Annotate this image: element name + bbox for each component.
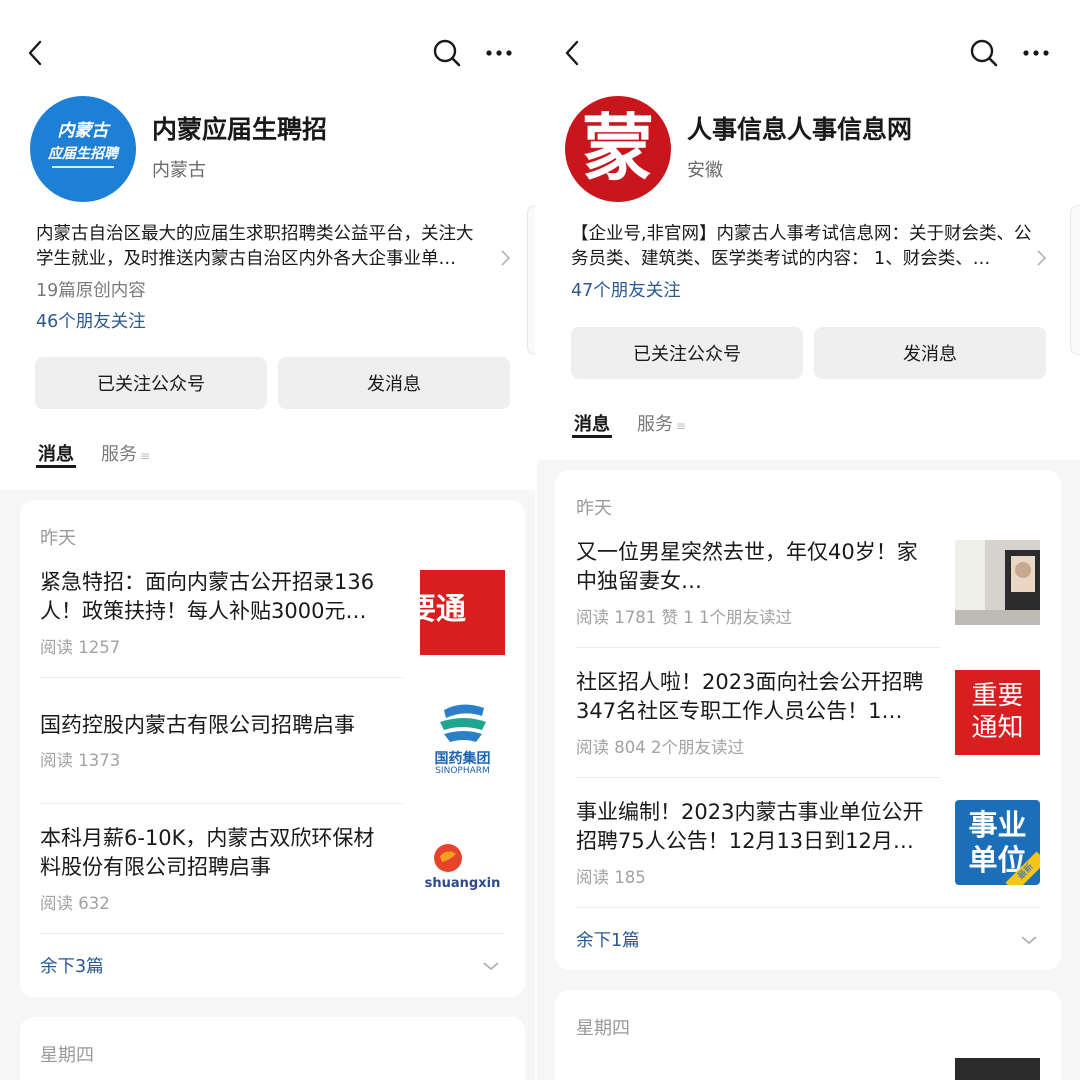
tab-services-label: 服务 <box>637 414 673 435</box>
article-thumbnail[interactable]: 重要 通知 <box>955 670 1040 755</box>
tab-messages[interactable]: 消息 <box>38 440 74 466</box>
search-icon[interactable] <box>969 38 999 68</box>
tab-active-underline <box>572 435 612 438</box>
description-line: 学生就业，及时推送内蒙古自治区内外各大企事业单… <box>36 249 456 269</box>
avatar-character: 蒙 <box>581 105 654 190</box>
account-description[interactable]: 内蒙古自治区最大的应届生求职招聘类公益平台，关注大 学生就业，及时推送内蒙古自治… <box>36 222 504 272</box>
divider <box>40 677 403 678</box>
account-region: 内蒙古 <box>152 160 206 181</box>
account-avatar[interactable]: 蒙 <box>565 96 671 202</box>
right-account-profile: 蒙 人事信息人事信息网 安徽 【企业号,非官网】内蒙古人事考试信息网：关于财会类… <box>537 0 1080 1080</box>
article-title[interactable]: 事业编制！2023内蒙古事业单位公开 招聘75人公告！12月13日到12月… <box>576 798 923 856</box>
description-line: 内蒙古自治区最大的应届生求职招聘类公益平台，关注大 <box>36 224 474 244</box>
divider <box>576 777 940 778</box>
menu-lines-icon: ≡ <box>676 419 687 433</box>
search-icon[interactable] <box>432 38 462 68</box>
date-label: 星期四 <box>40 1045 94 1066</box>
send-message-button[interactable]: 发消息 <box>814 327 1046 379</box>
menu-lines-icon: ≡ <box>140 449 151 463</box>
tab-messages[interactable]: 消息 <box>574 410 610 436</box>
sinopharm-cn-label: 国药集团 <box>434 751 491 767</box>
article-title[interactable]: 国药控股内蒙古有限公司招聘启事 <box>40 711 355 740</box>
article-thumbnail[interactable]: 要通 <box>420 570 505 655</box>
thumbnail-notice-text: 要通 <box>420 592 466 627</box>
description-line: 【企业号,非官网】内蒙古人事考试信息网：关于财会类、公 <box>571 224 1032 244</box>
message-card: 昨天 紧急特招：面向内蒙古公开招录136 人！政策扶持！每人补贴3000元… 阅… <box>20 500 525 997</box>
divider <box>40 933 505 934</box>
article-thumbnail[interactable] <box>955 1058 1040 1080</box>
notice-thumbnail-text: 重要 通知 <box>971 681 1024 743</box>
tab-services[interactable]: 服务 ≡ <box>101 440 150 466</box>
memorial-photo-icon <box>955 540 1040 625</box>
article-title[interactable]: 社区招人啦！2023面向社会公开招聘 347名社区专职工作人员公告！1… <box>576 668 923 726</box>
friends-following-link[interactable]: 47个朋友关注 <box>571 277 681 302</box>
followed-account-button[interactable]: 已关注公众号 <box>35 357 267 409</box>
tab-services-label: 服务 <box>101 444 137 465</box>
shuangxin-label: shuangxin <box>424 876 501 891</box>
original-content-count[interactable]: 19篇原创内容 <box>36 277 146 302</box>
article-title[interactable]: 本科月薪6-10K，内蒙古双欣环保材 料股份有限公司招聘启事 <box>40 824 374 882</box>
adjacent-card-edge <box>1070 205 1080 355</box>
date-label: 星期四 <box>576 1018 630 1039</box>
more-options-icon[interactable] <box>1021 38 1051 68</box>
article-read-count: 阅读 1257 <box>40 638 121 657</box>
tab-services[interactable]: 服务 ≡ <box>637 410 686 436</box>
back-arrow-icon[interactable] <box>26 38 46 68</box>
back-arrow-icon[interactable] <box>563 38 583 68</box>
account-region: 安徽 <box>687 160 723 181</box>
account-name: 内蒙应届生聘招 <box>152 115 328 144</box>
left-account-profile: 内蒙古 应届生招聘 内蒙应届生聘招 内蒙古 内蒙古自治区最大的应届生求职招聘类公… <box>0 0 537 1080</box>
article-meta: 阅读 804 2个朋友读过 <box>576 738 744 757</box>
article-title[interactable]: 紧急特招：面向内蒙古公开招录136 人！政策扶持！每人补贴3000元… <box>40 568 374 626</box>
chevron-right-icon[interactable] <box>500 248 512 268</box>
article-thumbnail[interactable]: 国药集团 SINOPHARM <box>420 696 505 781</box>
chevron-down-icon[interactable] <box>482 960 500 972</box>
sinopharm-en-label: SINOPHARM <box>435 766 490 776</box>
article-meta: 阅读 1781 赞 1 1个朋友读过 <box>576 608 792 627</box>
divider <box>40 803 403 804</box>
message-card: 昨天 又一位男星突然去世，年仅40岁！家 中独留妻女… 阅读 1781 赞 1 … <box>555 470 1061 970</box>
account-avatar[interactable]: 内蒙古 应届生招聘 <box>30 96 136 202</box>
article-thumbnail[interactable]: 事业 单位 最新 <box>955 800 1040 885</box>
divider <box>576 907 1040 908</box>
article-meta: 阅读 185 <box>576 868 646 887</box>
article-thumbnail[interactable]: shuangxin <box>420 826 505 911</box>
more-options-icon[interactable] <box>484 38 514 68</box>
avatar-text-line-1: 内蒙古 <box>58 121 112 141</box>
remaining-articles-link[interactable]: 余下3篇 <box>40 953 104 978</box>
avatar-logo: 内蒙古 应届生招聘 <box>47 121 120 168</box>
shuangxin-logo-icon <box>434 844 462 872</box>
message-card: 星期四 <box>555 990 1061 1080</box>
avatar-text-line-2: 应届生招聘 <box>47 145 120 162</box>
chevron-right-icon[interactable] <box>1036 248 1048 268</box>
chevron-down-icon[interactable] <box>1020 934 1038 946</box>
send-message-button[interactable]: 发消息 <box>278 357 510 409</box>
friends-following-link[interactable]: 46个朋友关注 <box>36 308 146 333</box>
message-card: 星期四 <box>20 1017 525 1080</box>
article-read-count: 阅读 632 <box>40 894 110 913</box>
article-title[interactable]: 又一位男星突然去世，年仅40岁！家 中独留妻女… <box>576 538 918 596</box>
followed-account-button[interactable]: 已关注公众号 <box>571 327 803 379</box>
article-read-count: 阅读 1373 <box>40 751 121 770</box>
description-line: 务员类、建筑类、医学类考试的内容： 1、财会类、… <box>571 249 991 269</box>
account-description[interactable]: 【企业号,非官网】内蒙古人事考试信息网：关于财会类、公 务员类、建筑类、医学类考… <box>571 222 1041 272</box>
tab-active-underline <box>36 465 76 468</box>
date-label: 昨天 <box>576 498 612 519</box>
account-name: 人事信息人事信息网 <box>687 115 913 144</box>
remaining-articles-link[interactable]: 余下1篇 <box>576 927 640 952</box>
date-label: 昨天 <box>40 528 76 549</box>
divider <box>576 647 940 648</box>
article-thumbnail[interactable] <box>955 540 1040 625</box>
